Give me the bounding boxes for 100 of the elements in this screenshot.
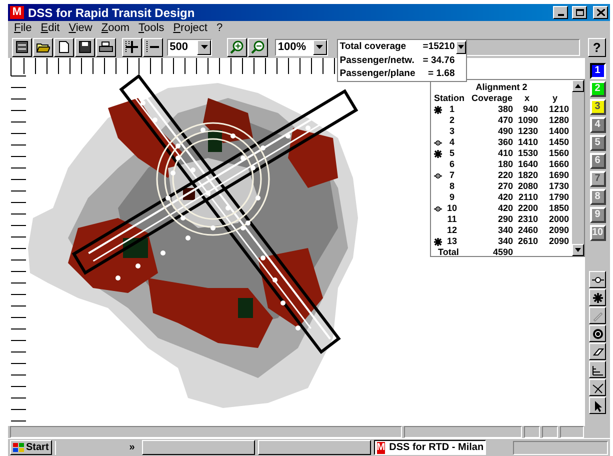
table-cell-text: 9: [448, 192, 456, 203]
scroll-up-button[interactable]: [572, 80, 584, 92]
app-logo: M: [376, 442, 386, 454]
table-cell-text: 1820: [516, 170, 538, 181]
column-header: Coverage: [471, 93, 513, 104]
table-cell-text: 2090: [548, 236, 569, 247]
coverage-label: Passenger/plane: [340, 68, 416, 80]
eraser-icon: [592, 346, 604, 358]
menu-item[interactable]: Tools: [138, 20, 164, 37]
chevron-button[interactable]: »: [129, 440, 135, 455]
table-cell-text: 340: [496, 236, 513, 247]
table-cell-text: 1090: [516, 115, 538, 126]
table-cell-text: 1640: [516, 159, 538, 170]
alignment-button[interactable]: 3: [590, 99, 606, 115]
task-label: DSS for RTD - Milan: [389, 441, 484, 455]
scrollbar[interactable]: [572, 80, 584, 256]
table-cell-text: 180: [496, 159, 513, 170]
table-cell-text: 490: [496, 126, 513, 137]
target-tool-icon: [592, 328, 604, 340]
dropdown-arrow-button[interactable]: [456, 40, 466, 54]
new-button[interactable]: [54, 38, 74, 56]
eye-tool-button[interactable]: [589, 271, 606, 288]
map-canvas[interactable]: [8, 58, 585, 426]
table-cell-text: 2000: [548, 214, 569, 225]
table-cell-text: 420: [496, 192, 513, 203]
table-cell-text: 6: [448, 159, 456, 170]
pencil-icon: [592, 310, 604, 322]
save-icon: [79, 41, 91, 53]
scale-dropdown[interactable]: 500: [166, 38, 212, 56]
table-cell-text: 8: [448, 181, 456, 192]
pointer-button[interactable]: [589, 397, 606, 414]
staircase-button[interactable]: [589, 361, 606, 378]
app-logo: M: [10, 6, 24, 19]
print-icon: [99, 41, 113, 53]
asterisk-icon: [434, 238, 442, 246]
layers-button[interactable]: [12, 38, 32, 56]
table-cell-text: 290: [496, 214, 513, 225]
up-arrow-icon: [575, 84, 581, 88]
table-cell-text: 11: [446, 214, 458, 225]
remove-grid-button[interactable]: [142, 38, 163, 56]
table-cell-text: 1230: [516, 126, 538, 137]
new-icon: [59, 41, 69, 53]
zoom-in-icon: [230, 40, 244, 54]
asterisk-tool-icon: [592, 292, 604, 304]
help-button[interactable]: ?: [588, 38, 606, 56]
taskbar-slot[interactable]: [258, 440, 371, 455]
coverage-value: = 1.68: [427, 68, 455, 80]
open-icon: [36, 41, 50, 53]
scroll-down-button[interactable]: [572, 244, 584, 256]
split-tool-button[interactable]: [589, 379, 606, 396]
split-tool-icon: [592, 382, 604, 394]
coverage-value: = 34.76: [422, 55, 455, 67]
table-cell-text: 2: [448, 115, 456, 126]
table-cell-text: 1410: [516, 137, 538, 148]
table-cell-text: 360: [496, 137, 513, 148]
minimize-button[interactable]: [553, 6, 568, 19]
taskbar-task[interactable]: M DSS for RTD - Milan: [374, 440, 486, 455]
menu-item[interactable]: Project: [173, 20, 208, 37]
maximize-button[interactable]: [572, 6, 587, 19]
table-cell-text: 420: [496, 203, 513, 214]
remove-grid-icon: [146, 40, 160, 54]
caret-icon: [200, 45, 208, 49]
pencil-button[interactable]: [589, 307, 606, 324]
status-bar: [560, 426, 584, 438]
target-tool-button[interactable]: [589, 325, 606, 342]
eye-icon: [434, 138, 442, 146]
table-cell-text: 1690: [548, 170, 569, 181]
table-cell-text: 12: [446, 225, 458, 236]
zoom-out-icon: [250, 40, 265, 54]
menu-item[interactable]: File: [14, 20, 32, 37]
table-cell-text: 4: [448, 137, 456, 148]
print-button[interactable]: [96, 38, 116, 56]
table-cell-text: 1730: [548, 181, 569, 192]
alignment-title: Alignment 2: [474, 82, 528, 93]
add-grid-button[interactable]: [122, 38, 142, 56]
eraser-button[interactable]: [589, 343, 606, 360]
caret-icon: [458, 45, 464, 49]
close-button[interactable]: [593, 6, 608, 19]
zoom-dropdown[interactable]: 100%: [274, 38, 328, 56]
table-cell-text: 2310: [516, 214, 538, 225]
table-cell-text: 2080: [516, 181, 538, 192]
asterisk-tool-button[interactable]: [589, 289, 606, 306]
table-cell-text: 10: [446, 203, 458, 214]
zoom-in-button[interactable]: [226, 38, 247, 56]
table-cell-text: 13: [446, 236, 458, 247]
menu-item[interactable]: View: [68, 20, 92, 37]
open-button[interactable]: [33, 38, 53, 56]
menu-item[interactable]: Zoom: [101, 20, 130, 37]
down-arrow-icon: [575, 248, 581, 252]
taskbar-slot[interactable]: [142, 440, 255, 455]
start-button[interactable]: Start: [10, 440, 52, 455]
table-cell-text: 2110: [517, 192, 538, 203]
save-button[interactable]: [75, 38, 95, 56]
table-cell-text: 380: [496, 104, 513, 115]
menu-item[interactable]: Edit: [40, 20, 60, 37]
coverage-dropdown[interactable]: Total coverage =15210 Passenger/netw. = 34.76 Passenger/plane = 1.68: [336, 38, 467, 82]
zoom-out-button[interactable]: [248, 38, 268, 56]
alignment-button[interactable]: 1: [590, 63, 606, 79]
windows-logo-icon: [13, 442, 24, 452]
menu-item[interactable]: ?: [216, 20, 223, 37]
